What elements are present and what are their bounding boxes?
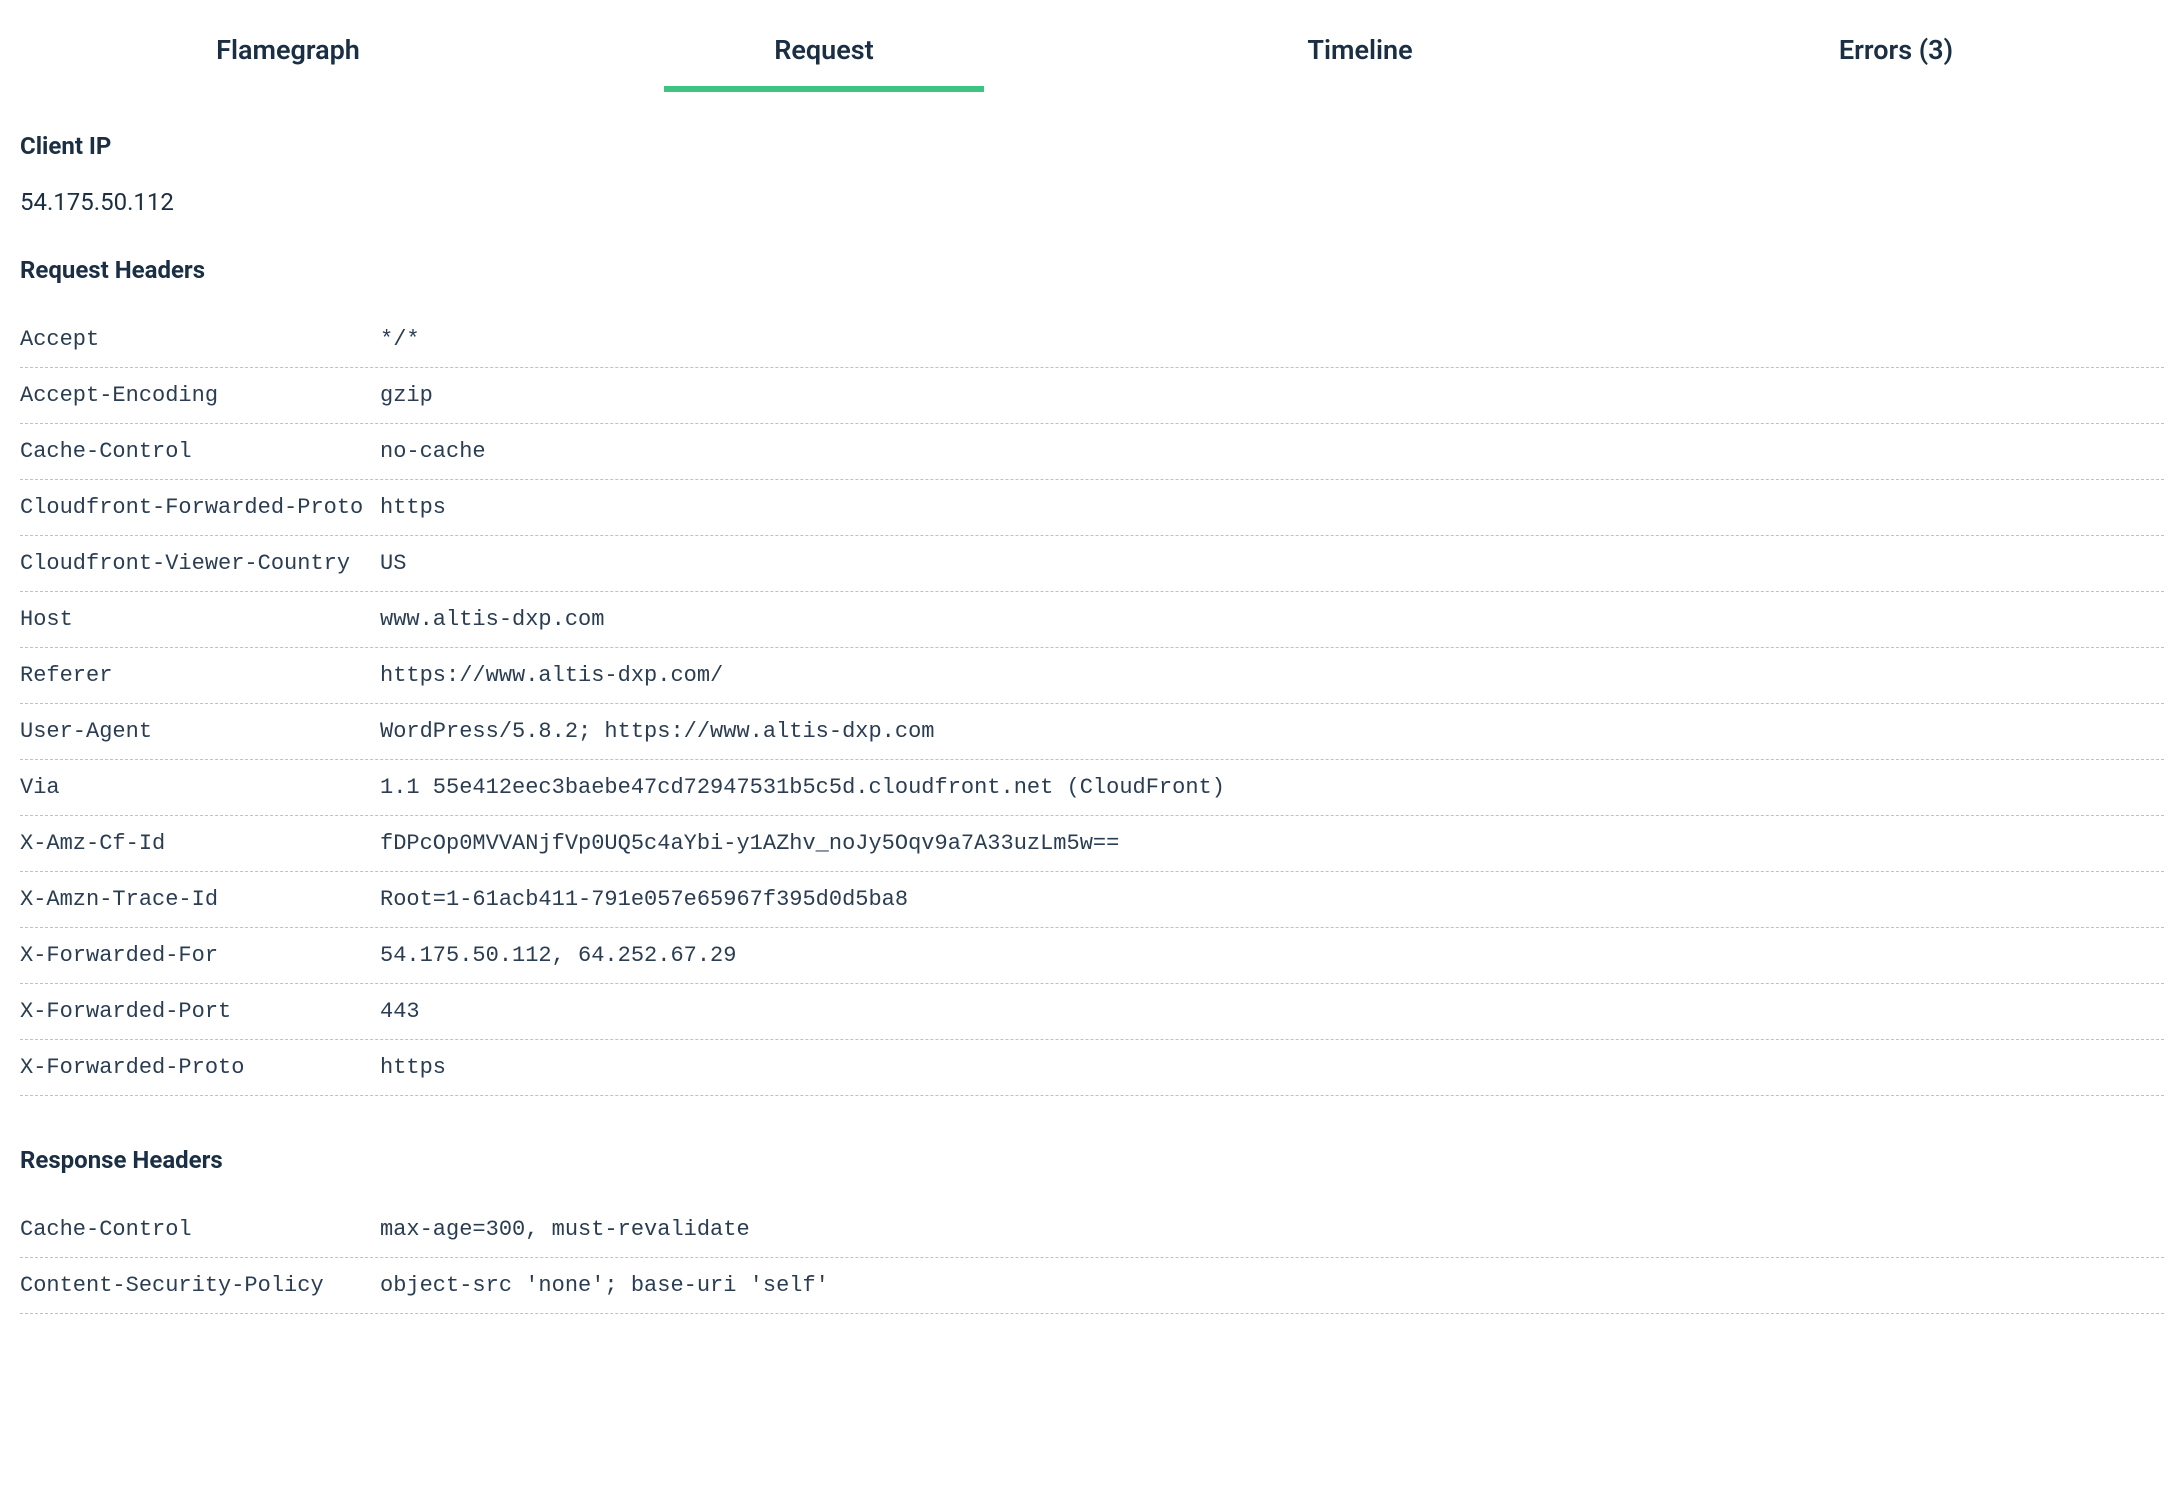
- request-header-value: 54.175.50.112, 64.252.67.29: [380, 939, 2164, 972]
- client-ip-value: 54.175.50.112: [20, 188, 2164, 216]
- request-header-name: X-Amzn-Trace-Id: [20, 883, 380, 916]
- request-header-name: Cloudfront-Viewer-Country: [20, 547, 380, 580]
- response-header-row: Cache-Controlmax-age=300, must-revalidat…: [20, 1202, 2164, 1258]
- request-header-row: User-AgentWordPress/5.8.2; https://www.a…: [20, 704, 2164, 760]
- response-headers-list: Cache-Controlmax-age=300, must-revalidat…: [20, 1202, 2164, 1314]
- request-header-row: X-Forwarded-Port443: [20, 984, 2164, 1040]
- request-header-name: X-Amz-Cf-Id: [20, 827, 380, 860]
- request-header-name: Host: [20, 603, 380, 636]
- request-header-name: Accept: [20, 323, 380, 356]
- request-header-value: no-cache: [380, 435, 2164, 468]
- tab-request[interactable]: Request: [556, 10, 1092, 92]
- request-header-value: www.altis-dxp.com: [380, 603, 2164, 636]
- response-headers-section: Response Headers Cache-Controlmax-age=30…: [20, 1146, 2164, 1314]
- request-header-row: X-Amzn-Trace-IdRoot=1-61acb411-791e057e6…: [20, 872, 2164, 928]
- request-header-row: Cloudfront-Viewer-CountryUS: [20, 536, 2164, 592]
- request-header-row: Cloudfront-Forwarded-Protohttps: [20, 480, 2164, 536]
- request-header-name: X-Forwarded-Proto: [20, 1051, 380, 1084]
- response-headers-title: Response Headers: [20, 1146, 2164, 1174]
- request-header-value: Root=1-61acb411-791e057e65967f395d0d5ba8: [380, 883, 2164, 916]
- request-header-value: gzip: [380, 379, 2164, 412]
- request-header-value: https: [380, 491, 2164, 524]
- request-header-value: https: [380, 1051, 2164, 1084]
- request-headers-section: Request Headers Accept*/*Accept-Encoding…: [20, 256, 2164, 1096]
- client-ip-title: Client IP: [20, 132, 2164, 160]
- response-header-name: Cache-Control: [20, 1213, 380, 1246]
- request-header-value: US: [380, 547, 2164, 580]
- request-headers-list: Accept*/*Accept-EncodinggzipCache-Contro…: [20, 312, 2164, 1096]
- tab-errors-3-[interactable]: Errors (3): [1628, 10, 2164, 92]
- request-header-row: Refererhttps://www.altis-dxp.com/: [20, 648, 2164, 704]
- request-header-value: 1.1 55e412eec3baebe47cd72947531b5c5d.clo…: [380, 771, 2164, 804]
- request-header-value: WordPress/5.8.2; https://www.altis-dxp.c…: [380, 715, 2164, 748]
- response-header-row: Content-Security-Policyobject-src 'none'…: [20, 1258, 2164, 1314]
- request-header-value: */*: [380, 323, 2164, 356]
- request-header-row: Via1.1 55e412eec3baebe47cd72947531b5c5d.…: [20, 760, 2164, 816]
- request-header-name: Referer: [20, 659, 380, 692]
- request-header-row: X-Forwarded-For54.175.50.112, 64.252.67.…: [20, 928, 2164, 984]
- tab-flamegraph[interactable]: Flamegraph: [20, 10, 556, 92]
- request-header-row: Cache-Controlno-cache: [20, 424, 2164, 480]
- request-header-name: X-Forwarded-For: [20, 939, 380, 972]
- request-header-row: Accept*/*: [20, 312, 2164, 368]
- request-header-name: Cloudfront-Forwarded-Proto: [20, 491, 380, 524]
- response-header-name: Content-Security-Policy: [20, 1269, 380, 1302]
- request-header-name: X-Forwarded-Port: [20, 995, 380, 1028]
- response-header-value: max-age=300, must-revalidate: [380, 1213, 2164, 1246]
- request-header-name: Accept-Encoding: [20, 379, 380, 412]
- request-header-row: X-Amz-Cf-IdfDPcOp0MVVANjfVp0UQ5c4aYbi-y1…: [20, 816, 2164, 872]
- response-header-value: object-src 'none'; base-uri 'self': [380, 1269, 2164, 1302]
- request-header-value: https://www.altis-dxp.com/: [380, 659, 2164, 692]
- request-headers-title: Request Headers: [20, 256, 2164, 284]
- request-header-row: Accept-Encodinggzip: [20, 368, 2164, 424]
- request-header-value: fDPcOp0MVVANjfVp0UQ5c4aYbi-y1AZhv_noJy5O…: [380, 827, 2164, 860]
- request-header-row: Hostwww.altis-dxp.com: [20, 592, 2164, 648]
- request-header-value: 443: [380, 995, 2164, 1028]
- client-ip-section: Client IP 54.175.50.112: [20, 132, 2164, 216]
- request-header-name: Via: [20, 771, 380, 804]
- tabs-container: FlamegraphRequestTimelineErrors (3): [20, 10, 2164, 92]
- tab-timeline[interactable]: Timeline: [1092, 10, 1628, 92]
- request-header-name: Cache-Control: [20, 435, 380, 468]
- request-header-name: User-Agent: [20, 715, 380, 748]
- request-header-row: X-Forwarded-Protohttps: [20, 1040, 2164, 1096]
